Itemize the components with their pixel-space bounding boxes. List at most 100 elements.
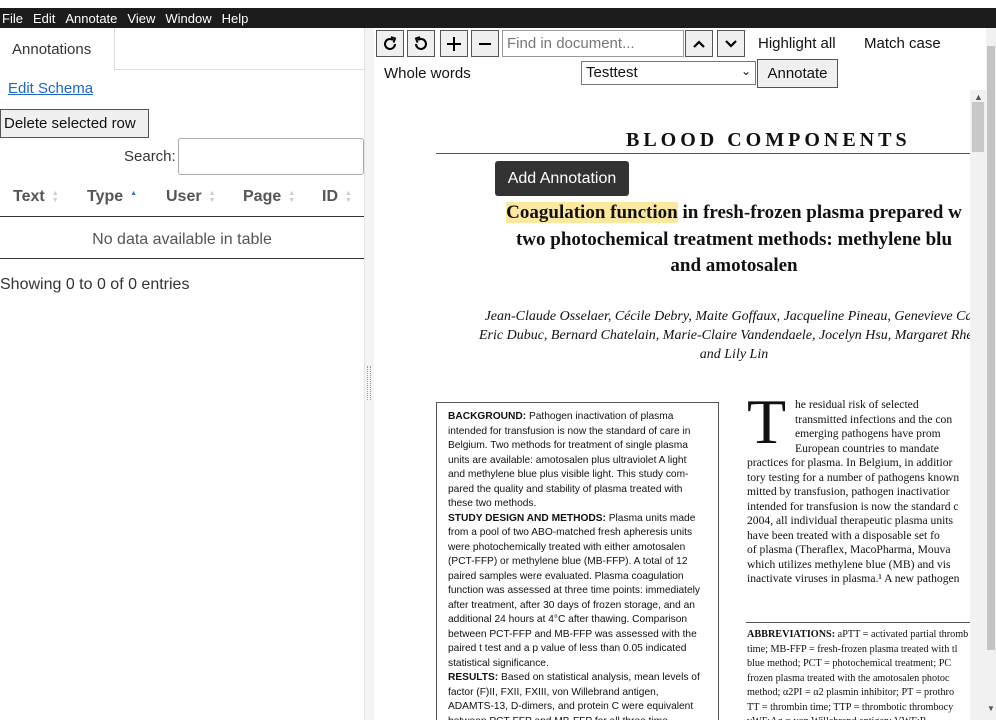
body-line[interactable]: practices for plasma. In Belgium, in add…	[747, 456, 986, 471]
abstract-line[interactable]: paired samples were evaluated. Plasma co…	[448, 570, 718, 585]
menu-view[interactable]: View	[125, 11, 161, 26]
abbreviation-line[interactable]: vWF:Ag = von Willebrand antigen; VWF:R	[747, 715, 986, 720]
abbreviation-line[interactable]: TT = thrombin time; TTP = thrombotic thr…	[747, 701, 986, 716]
table-info: Showing 0 to 0 of 0 entries	[0, 276, 190, 293]
body-line[interactable]: transmitted infections and the con	[747, 413, 986, 428]
abstract-line[interactable]: BACKGROUND: Pathogen inactivation of pla…	[448, 410, 718, 425]
scroll-down-icon[interactable]: ▼	[987, 704, 995, 713]
abstract-line[interactable]: STUDY DESIGN AND METHODS: Plasma units m…	[448, 512, 718, 527]
abstract-line[interactable]: these two methods.	[448, 497, 718, 512]
find-next-icon[interactable]	[717, 30, 745, 57]
abstract-heading: STUDY DESIGN AND METHODS:	[448, 512, 606, 524]
abstract-line[interactable]: units are available: amotosalen plus ult…	[448, 454, 718, 469]
abstract-line[interactable]: statistical significance.	[448, 657, 718, 672]
column-type[interactable]: Type▲▼	[87, 188, 137, 206]
body-line[interactable]: which utilizes methylene blue (MB) and v…	[747, 558, 986, 573]
scroll-up-icon[interactable]: ▲	[974, 92, 983, 102]
highlight-all-toggle[interactable]: Highlight all	[758, 35, 836, 52]
body-line[interactable]: intended for transfusion is now the stan…	[747, 500, 986, 515]
abstract-line[interactable]: after treatment, after 30 days of frozen…	[448, 599, 718, 614]
abstract-line[interactable]: were photochemically treated with either…	[448, 541, 718, 556]
menu-file[interactable]: File	[0, 11, 29, 26]
column-user[interactable]: User ▲ ▼	[166, 188, 216, 206]
abstract-line[interactable]: paired t test and a p value of less than…	[448, 642, 718, 657]
column-page[interactable]: Page ▲ ▼	[243, 188, 295, 206]
page-scrollbar[interactable]: ▲	[970, 90, 986, 720]
abstract-line[interactable]: function was assessed at three time poin…	[448, 584, 718, 599]
tab-bar: Annotations	[0, 28, 364, 71]
abstract-line[interactable]: pared the quality and stability of plasm…	[448, 483, 718, 498]
abstract-line[interactable]: (PCT-FFP) or methylene blue (MB-FFP). A …	[448, 555, 718, 570]
menu-help[interactable]: Help	[220, 11, 255, 26]
annotations-panel: Annotations Edit Schema Delete selected …	[0, 28, 364, 720]
abbreviation-line[interactable]: method; α2PI = α2 plasmin inhibitor; PT …	[747, 686, 986, 701]
abbreviations-label: ABBREVIATIONS:	[747, 629, 836, 640]
schema-select-value: Testtest	[586, 64, 638, 81]
find-previous-icon[interactable]	[685, 30, 713, 57]
delete-selected-row-button[interactable]: Delete selected row	[0, 109, 149, 138]
sort-icon: ▲ ▼	[288, 190, 296, 204]
body-line[interactable]: emerging pathogens have prom	[747, 427, 986, 442]
zoom-out-icon[interactable]	[471, 30, 499, 57]
abstract-line[interactable]: Belgium. Two methods for treatment of si…	[448, 439, 718, 454]
menu-edit[interactable]: Edit	[31, 11, 61, 26]
search-input[interactable]	[178, 138, 364, 175]
abstract-line[interactable]: from a pool of two ABO-matched fresh aph…	[448, 526, 718, 541]
scroll-thumb[interactable]	[972, 102, 984, 152]
annotate-button[interactable]: Annotate	[757, 59, 838, 88]
section-header: BLOOD COMPONENTS	[626, 129, 911, 151]
body-line[interactable]: inactivate viruses in plasma.¹ A new pat…	[747, 572, 986, 587]
body-line[interactable]: tory testing for a number of pathogens k…	[747, 471, 986, 486]
author-list[interactable]: Jean-Claude Osselaer, Cécile Debry, Mait…	[434, 307, 986, 364]
scroll-thumb[interactable]	[987, 46, 995, 650]
zoom-in-icon[interactable]	[440, 30, 468, 57]
abstract-line[interactable]: between PCT-FFP and MB-FFP was assessed …	[448, 628, 718, 643]
edit-schema-link[interactable]: Edit Schema	[8, 80, 93, 97]
body-line[interactable]: 2004, all individual therapeutic plasma …	[747, 514, 986, 529]
abstract-heading: RESULTS:	[448, 672, 499, 683]
abbreviation-line[interactable]: blue method; PCT = photochemical treatme…	[747, 657, 986, 672]
abstract-line[interactable]: between PCT-FFP and MB-FFP for all three…	[448, 715, 718, 720]
highlighted-selection[interactable]: Coagulation function	[506, 202, 678, 223]
document-viewer: Find in document... Highlight all Match …	[374, 28, 996, 720]
find-input[interactable]: Find in document...	[502, 30, 684, 57]
abbreviation-line[interactable]: frozen plasma treated with the amotosale…	[747, 672, 986, 687]
abstract-line[interactable]: RESULTS: Based on statistical analysis, …	[448, 671, 718, 686]
match-case-toggle[interactable]: Match case	[864, 35, 941, 52]
abstract-heading: BACKGROUND:	[448, 411, 527, 422]
splitter-grip-icon[interactable]	[367, 366, 371, 400]
abstract-line[interactable]: ADAMTS-13, D-dimers, and protein C were …	[448, 700, 718, 715]
table-header: Text▲▼ Type▲▼ User▲▼ Page▲▼ ID▲▼	[0, 179, 364, 217]
body-line[interactable]: mitted by transfusion, pathogen inactiva…	[747, 485, 986, 500]
article-title[interactable]: Coagulation function in fresh-frozen pla…	[434, 200, 986, 280]
tab-annotations[interactable]: Annotations	[0, 28, 115, 71]
abstract-line[interactable]: and methylene blue plus visible light. T…	[448, 468, 718, 483]
undo-icon[interactable]	[407, 30, 435, 57]
abstract-line[interactable]: factor (F)II, FXII, FXIII, von Willebran…	[448, 686, 718, 701]
column-id[interactable]: ID ▲ ▼	[322, 188, 352, 206]
column-text[interactable]: Text ▲ ▼	[13, 188, 59, 206]
abstract-box[interactable]: BACKGROUND: Pathogen inactivation of pla…	[436, 402, 719, 720]
panel-splitter[interactable]	[364, 28, 374, 720]
header-rule	[436, 153, 976, 154]
add-annotation-button[interactable]: Add Annotation	[495, 161, 629, 196]
abbreviation-line[interactable]: ABBREVIATIONS: aPTT = activated partial …	[747, 628, 986, 643]
abstract-line[interactable]: additional 24 hours at 4°C after thawing…	[448, 613, 718, 628]
menu-annotate[interactable]: Annotate	[63, 11, 123, 26]
body-text[interactable]: he residual risk of selected transmitted …	[747, 398, 986, 587]
whole-words-toggle[interactable]: Whole words	[384, 65, 471, 82]
body-line[interactable]: of plasma (Theraflex, MacoPharma, Mouva	[747, 543, 986, 558]
body-line[interactable]: European countries to mandate	[747, 442, 986, 457]
body-line[interactable]: have been treated with a disposable set …	[747, 529, 986, 544]
abbreviations[interactable]: ABBREVIATIONS: aPTT = activated partial …	[747, 628, 986, 720]
schema-select[interactable]: Testtest ⌄	[581, 61, 756, 85]
redo-icon[interactable]	[376, 30, 404, 57]
menu-bar: File Edit Annotate View Window Help	[0, 8, 996, 28]
menu-window[interactable]: Window	[163, 11, 217, 26]
sort-icon: ▲ ▼	[208, 190, 216, 204]
abstract-line[interactable]: intended for transfusion is now the stan…	[448, 425, 718, 440]
sort-icon: ▲ ▼	[345, 190, 352, 204]
viewer-scrollbar[interactable]: ▼	[986, 28, 996, 720]
abbreviation-line[interactable]: time; MB-FFP = fresh-frozen plasma treat…	[747, 643, 986, 658]
body-line[interactable]: he residual risk of selected	[747, 398, 986, 413]
